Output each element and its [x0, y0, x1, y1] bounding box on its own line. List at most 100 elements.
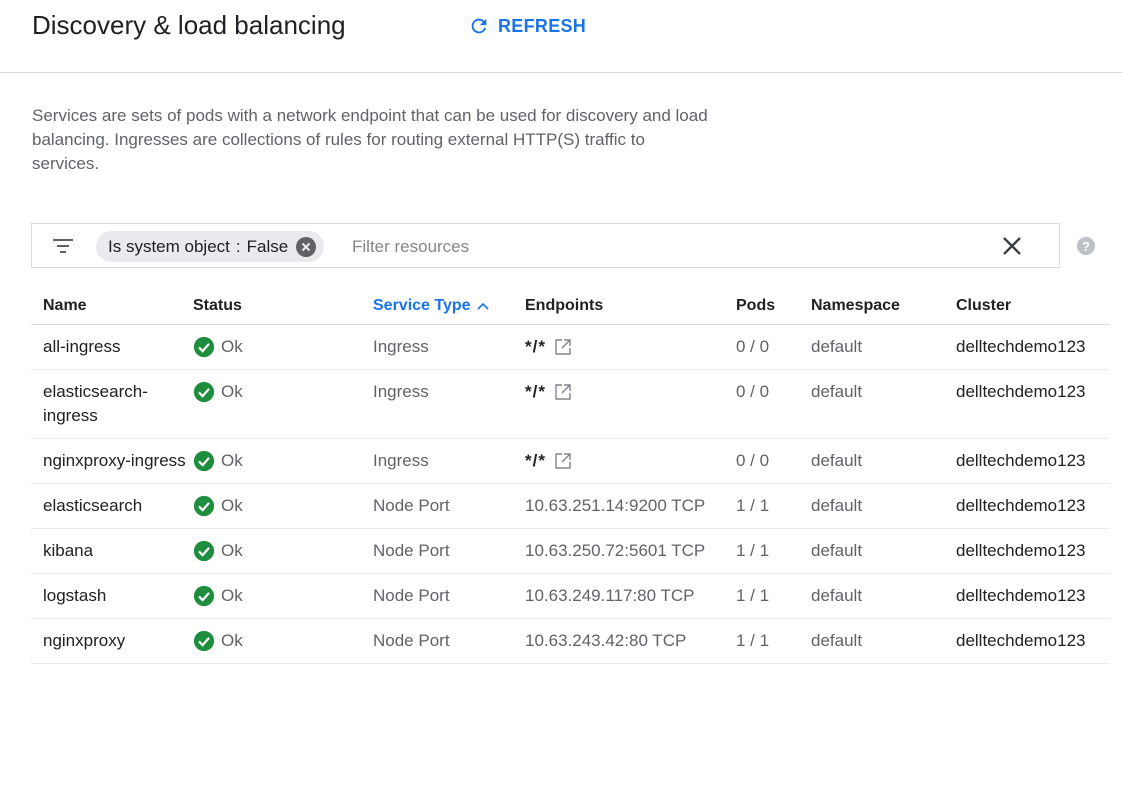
table-row[interactable]: elasticsearch Ok Node Port 10.63.251.14:920…: [31, 483, 1110, 529]
namespace-text: default: [811, 337, 863, 356]
namespace-text: default: [811, 586, 863, 605]
check-circle-icon: [193, 630, 215, 652]
cancel-chip-icon[interactable]: [296, 236, 317, 257]
endpoint-text: 10.63.249.117:80 TCP: [525, 586, 695, 605]
service-type-cell: Ingress: [373, 438, 525, 484]
cluster-cell: delltechdemo123: [956, 483, 1110, 529]
cluster-cell: delltechdemo123: [956, 438, 1110, 484]
status-text: Ok: [221, 496, 243, 515]
filter-chip[interactable]: Is system object : False: [96, 231, 325, 262]
cluster-cell: delltechdemo123: [956, 618, 1110, 664]
namespace-cell: default: [811, 369, 956, 439]
endpoints-cell: 10.63.243.42:80 TCP: [525, 618, 736, 664]
help-icon[interactable]: ?: [1076, 236, 1096, 261]
cluster-cell: delltechdemo123: [956, 324, 1110, 370]
endpoint-text: 10.63.251.14:9200 TCP: [525, 496, 706, 515]
status-text: Ok: [221, 586, 243, 605]
cluster-cell: delltechdemo123: [956, 528, 1110, 574]
cluster-text: delltechdemo123: [956, 586, 1086, 605]
endpoint-text: 10.63.250.72:5601 TCP: [525, 541, 706, 560]
column-header-cluster[interactable]: Cluster: [956, 288, 1110, 325]
service-type-cell: Ingress: [373, 324, 525, 370]
status-text: Ok: [221, 451, 243, 470]
namespace-cell: default: [811, 618, 956, 664]
close-icon[interactable]: [1002, 236, 1022, 261]
endpoint-text: */*: [525, 451, 546, 470]
service-name-link[interactable]: logstash: [43, 586, 106, 605]
check-circle-icon: [193, 585, 215, 607]
column-header-pods[interactable]: Pods: [736, 288, 811, 325]
namespace-cell: default: [811, 573, 956, 619]
filter-chip-key: Is system object: [108, 236, 230, 256]
cluster-text: delltechdemo123: [956, 496, 1086, 515]
pods-text: 0 / 0: [736, 382, 770, 401]
pods-cell: 1 / 1: [736, 618, 811, 664]
endpoint-link[interactable]: */*: [525, 380, 572, 404]
service-name-link[interactable]: elasticsearch: [43, 496, 142, 515]
check-circle-icon: [193, 540, 215, 562]
service-type-text: Ingress: [373, 382, 429, 401]
table-row[interactable]: nginxproxy-ingress Ok Ingress */* 0 / 0 defau…: [31, 438, 1110, 484]
page-title: Discovery & load balancing: [32, 10, 346, 40]
page-description: Services are sets of pods with a network…: [32, 106, 708, 173]
service-name-link[interactable]: nginxproxy: [43, 631, 125, 650]
filter-bar: Is system object : False: [31, 223, 1060, 268]
open-in-new-icon[interactable]: [554, 338, 572, 356]
pods-text: 0 / 0: [736, 451, 770, 470]
table-row[interactable]: all-ingress Ok Ingress */* 0 / 0 default dellt…: [31, 324, 1110, 370]
endpoints-cell: 10.63.249.117:80 TCP: [525, 573, 736, 619]
endpoint-link[interactable]: */*: [525, 449, 572, 473]
pods-cell: 0 / 0: [736, 369, 811, 439]
column-header-name[interactable]: Name: [31, 288, 193, 325]
service-type-text: Ingress: [373, 451, 429, 470]
namespace-cell: default: [811, 528, 956, 574]
pods-text: 0 / 0: [736, 337, 770, 356]
check-circle-icon: [193, 336, 215, 358]
endpoint-link[interactable]: */*: [525, 335, 572, 359]
status-badge: Ok: [193, 449, 373, 473]
namespace-text: default: [811, 631, 863, 650]
filter-chip-value: False: [246, 236, 289, 256]
refresh-button[interactable]: REFRESH: [468, 10, 586, 42]
column-header-namespace[interactable]: Namespace: [811, 288, 956, 325]
cluster-text: delltechdemo123: [956, 631, 1086, 650]
status-text: Ok: [221, 337, 243, 356]
open-in-new-icon[interactable]: [554, 383, 572, 401]
column-header-endpoints[interactable]: Endpoints: [525, 288, 736, 325]
namespace-cell: default: [811, 483, 956, 529]
column-header-status[interactable]: Status: [193, 288, 373, 325]
status-badge: Ok: [193, 539, 373, 563]
service-name-link[interactable]: kibana: [43, 541, 93, 560]
table-row[interactable]: nginxproxy Ok Node Port 10.63.243.42:80 TCP…: [31, 618, 1110, 664]
pods-cell: 1 / 1: [736, 528, 811, 574]
status-text: Ok: [221, 541, 243, 560]
service-type-text: Node Port: [373, 496, 450, 515]
filter-input[interactable]: [350, 232, 954, 262]
column-header-service-type[interactable]: Service Type: [373, 288, 525, 325]
table-row[interactable]: elasticsearch-ingress Ok Ingress */* 0 / 0 de…: [31, 369, 1110, 439]
check-circle-icon: [193, 495, 215, 517]
filter-list-icon[interactable]: [52, 236, 74, 261]
endpoint-text: */*: [525, 337, 546, 356]
cluster-cell: delltechdemo123: [956, 573, 1110, 619]
endpoints-cell: */*: [525, 438, 736, 484]
table-row[interactable]: logstash Ok Node Port 10.63.249.117:80 TCP 1…: [31, 573, 1110, 619]
endpoints-cell: 10.63.251.14:9200 TCP: [525, 483, 736, 529]
status-badge: Ok: [193, 494, 373, 518]
service-type-text: Ingress: [373, 337, 429, 356]
page-header: Discovery & load balancing REFRESH: [0, 0, 1123, 73]
cluster-text: delltechdemo123: [956, 337, 1086, 356]
pods-cell: 1 / 1: [736, 483, 811, 529]
service-name-link[interactable]: elasticsearch-ingress: [43, 382, 148, 425]
pods-text: 1 / 1: [736, 541, 770, 560]
cluster-text: delltechdemo123: [956, 541, 1086, 560]
svg-text:?: ?: [1082, 239, 1090, 254]
open-in-new-icon[interactable]: [554, 452, 572, 470]
table-row[interactable]: kibana Ok Node Port 10.63.250.72:5601 TCP 1 …: [31, 528, 1110, 574]
service-name-link[interactable]: nginxproxy-ingress: [43, 451, 186, 470]
namespace-text: default: [811, 496, 863, 515]
pods-cell: 0 / 0: [736, 438, 811, 484]
service-type-text: Node Port: [373, 586, 450, 605]
service-name-link[interactable]: all-ingress: [43, 337, 120, 356]
service-type-cell: Node Port: [373, 573, 525, 619]
